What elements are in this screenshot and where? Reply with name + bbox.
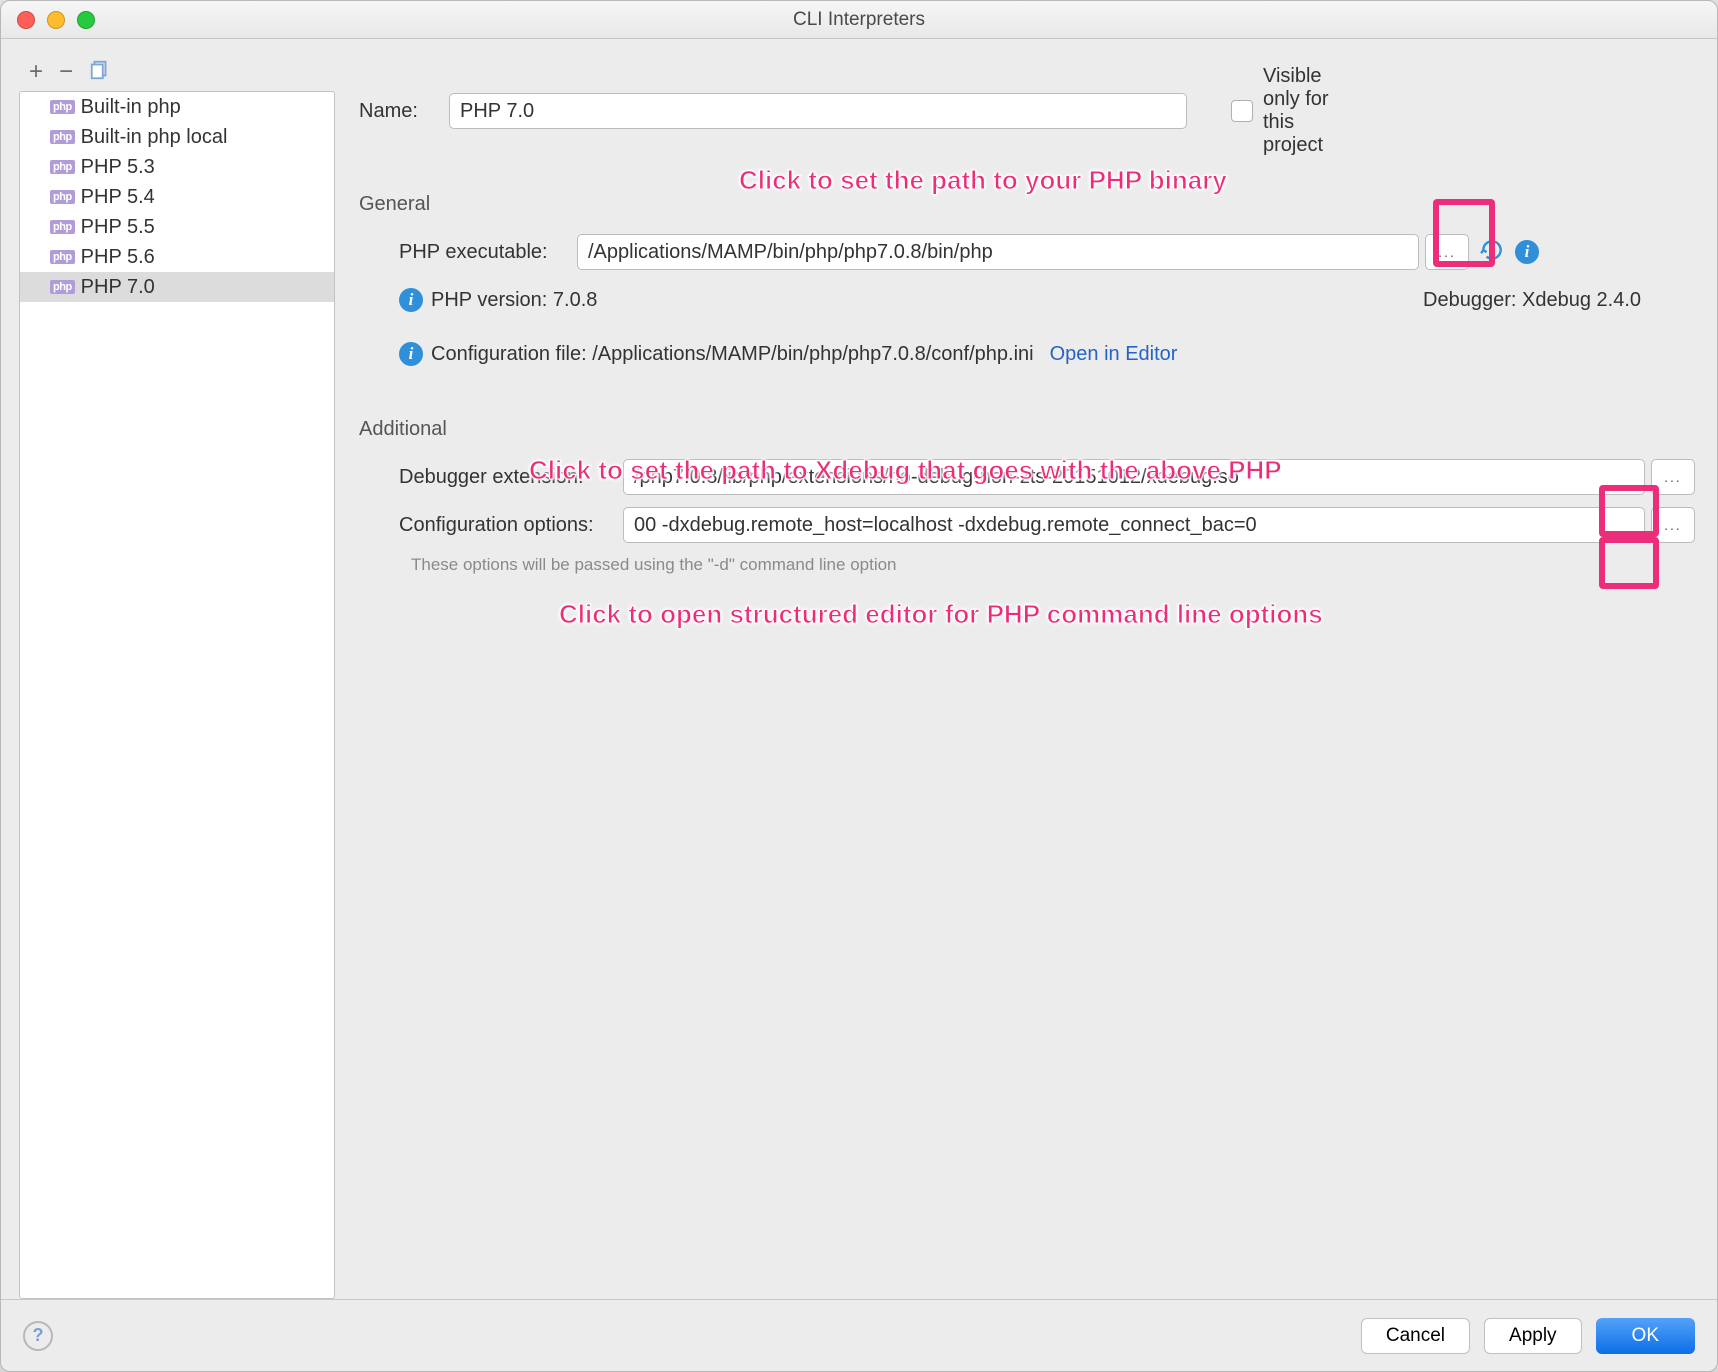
browse-exe-button[interactable]: ... — [1425, 234, 1469, 270]
php-icon: php — [50, 250, 75, 264]
refresh-icon[interactable] — [1479, 237, 1505, 268]
list-item-label: PHP 5.4 — [81, 186, 155, 209]
config-opts-label: Configuration options: — [359, 514, 623, 537]
sidebar-toolbar: + − — [19, 59, 335, 91]
name-label: Name: — [359, 100, 449, 123]
apply-button[interactable]: Apply — [1484, 1318, 1582, 1354]
titlebar: CLI Interpreters — [1, 1, 1717, 39]
visible-label: Visible only for this project — [1263, 65, 1353, 157]
list-item[interactable]: php PHP 5.4 — [20, 182, 334, 212]
interpreter-list: php Built-in php php Built-in php local ph… — [19, 91, 335, 1299]
list-item[interactable]: php PHP 5.3 — [20, 152, 334, 182]
help-icon[interactable]: ? — [23, 1321, 53, 1351]
list-item-label: PHP 7.0 — [81, 276, 155, 299]
footer: ? Cancel Apply OK — [1, 1299, 1717, 1371]
add-icon[interactable]: + — [29, 60, 43, 84]
annotation: Click to set the path to your PHP binary — [739, 165, 1227, 196]
visible-checkbox[interactable] — [1231, 100, 1253, 122]
open-editor-link[interactable]: Open in Editor — [1050, 343, 1178, 366]
dialog: CLI Interpreters + − php Built-in php php… — [0, 0, 1718, 1372]
php-icon: php — [50, 130, 75, 144]
cancel-button[interactable]: Cancel — [1361, 1318, 1470, 1354]
browse-config-opts-button[interactable]: ... — [1651, 507, 1695, 543]
info-icon: i — [399, 342, 423, 366]
window-title: CLI Interpreters — [1, 9, 1717, 31]
remove-icon[interactable]: − — [59, 60, 73, 84]
name-input[interactable] — [449, 93, 1187, 129]
list-item-label: PHP 5.3 — [81, 156, 155, 179]
list-item-label: PHP 5.6 — [81, 246, 155, 269]
main-panel: Name: Visible only for this project Gene… — [339, 59, 1699, 1299]
list-item-label: Built-in php — [81, 96, 181, 119]
sidebar: + − php Built-in php php Built-in php loca… — [19, 59, 335, 1299]
debugger-ext-input[interactable] — [623, 459, 1645, 495]
info-icon: i — [399, 288, 423, 312]
list-item[interactable]: php PHP 5.5 — [20, 212, 334, 242]
hint-text: These options will be passed using the "… — [359, 555, 1695, 575]
php-icon: php — [50, 160, 75, 174]
list-item[interactable]: php Built-in php local — [20, 122, 334, 152]
version-text: PHP version: 7.0.8 — [431, 289, 597, 312]
php-icon: php — [50, 220, 75, 234]
ok-button[interactable]: OK — [1596, 1318, 1695, 1354]
info-icon[interactable]: i — [1515, 240, 1539, 264]
section-general: General — [359, 193, 1695, 216]
php-icon: php — [50, 190, 75, 204]
list-item-label: PHP 5.5 — [81, 216, 155, 239]
php-icon: php — [50, 100, 75, 114]
browse-debugger-button[interactable]: ... — [1651, 459, 1695, 495]
list-item[interactable]: php Built-in php — [20, 92, 334, 122]
exe-label: PHP executable: — [359, 241, 577, 264]
debugger-ext-label: Debugger extension: — [359, 466, 623, 489]
list-item-label: Built-in php local — [81, 126, 228, 149]
annotation: Click to open structured editor for PHP … — [559, 599, 1323, 630]
config-file-text: Configuration file: /Applications/MAMP/b… — [431, 343, 1034, 366]
exe-input[interactable] — [577, 234, 1419, 270]
list-item[interactable]: php PHP 7.0 — [20, 272, 334, 302]
debugger-text: Debugger: Xdebug 2.4.0 — [1423, 289, 1695, 312]
php-icon: php — [50, 280, 75, 294]
config-opts-input[interactable] — [623, 507, 1645, 543]
copy-icon[interactable] — [89, 59, 111, 86]
section-additional: Additional — [359, 418, 1695, 441]
list-item[interactable]: php PHP 5.6 — [20, 242, 334, 272]
